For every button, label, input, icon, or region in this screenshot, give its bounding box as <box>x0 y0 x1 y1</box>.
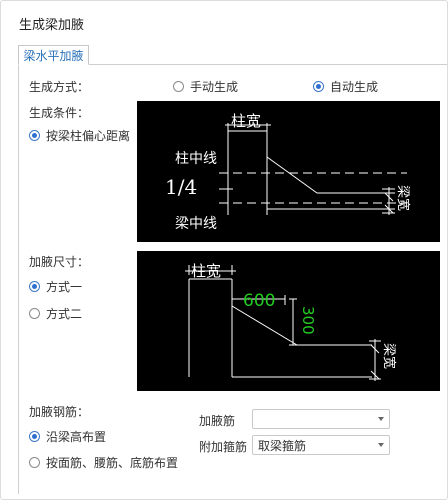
ecc-col-center-text: 柱中线 <box>175 151 217 167</box>
radio-method-one-label: 方式一 <box>46 280 83 294</box>
size-length-text: 600 <box>243 291 275 311</box>
tab-beam-horizontal-haunch[interactable]: 梁水平加腋 <box>18 45 89 65</box>
radio-manual-circle[interactable] <box>173 81 184 92</box>
stirrup-select[interactable]: 取梁箍筋 <box>252 435 390 455</box>
radio-eccentricity-label: 按梁柱偏心距离 <box>46 129 131 143</box>
size-col-width-text: 柱宽 <box>191 262 221 280</box>
radio-method-one-circle[interactable] <box>29 281 40 292</box>
gen-method-label: 生成方式： <box>29 80 90 94</box>
dialog-title: 生成梁加腋 <box>19 18 85 33</box>
haunch-size-label: 加腋尺寸： <box>29 255 90 269</box>
stirrup-field-label: 附加箍筋 <box>199 440 248 454</box>
rebar-select[interactable] <box>252 409 390 429</box>
ecc-fraction-text: 1/4 <box>165 175 197 199</box>
radio-along-beam-height[interactable]: 沿梁高布置 <box>29 428 106 445</box>
ecc-beam-center-text: 梁中线 <box>175 216 217 232</box>
chevron-down-icon[interactable] <box>378 443 384 447</box>
radio-face-waist-bottom-circle[interactable] <box>29 457 40 468</box>
stirrup-select-value: 取梁箍筋 <box>258 438 307 453</box>
radio-auto-generate[interactable]: 自动生成 <box>313 78 378 95</box>
radio-face-waist-bottom-label: 按面筋、腰筋、底筋布置 <box>46 456 179 470</box>
radio-manual-generate[interactable]: 手动生成 <box>173 78 238 95</box>
eccentricity-diagram: 柱宽 柱中线 1/4 梁中线 梁宽 <box>137 101 440 242</box>
radio-auto-label: 自动生成 <box>330 80 379 94</box>
radio-by-face-waist-bottom[interactable]: 按面筋、腰筋、底筋布置 <box>29 454 178 471</box>
radio-manual-label: 手动生成 <box>190 80 239 94</box>
chevron-down-icon[interactable] <box>378 417 384 421</box>
size-height-text: 300 <box>299 306 317 335</box>
radio-along-height-circle[interactable] <box>29 431 40 442</box>
radio-by-eccentricity[interactable]: 按梁柱偏心距离 <box>29 127 130 144</box>
radio-auto-circle[interactable] <box>313 81 324 92</box>
radio-method-two[interactable]: 方式二 <box>29 305 82 322</box>
gen-condition-label: 生成条件： <box>29 106 90 120</box>
radio-method-one[interactable]: 方式一 <box>29 278 82 295</box>
radio-method-two-circle[interactable] <box>29 308 40 319</box>
haunch-size-diagram: 柱宽 600 300 梁宽 <box>137 251 440 391</box>
ecc-col-width-text: 柱宽 <box>231 112 261 130</box>
radio-eccentricity-circle[interactable] <box>29 130 40 141</box>
ecc-beam-width-text: 梁宽 <box>395 185 411 211</box>
radio-method-two-label: 方式二 <box>46 307 83 321</box>
rebar-field-label: 加腋筋 <box>199 414 236 428</box>
haunch-rebar-label: 加腋钢筋： <box>29 405 90 419</box>
size-beam-width-text: 梁宽 <box>381 343 397 369</box>
radio-along-height-label: 沿梁高布置 <box>46 430 107 444</box>
